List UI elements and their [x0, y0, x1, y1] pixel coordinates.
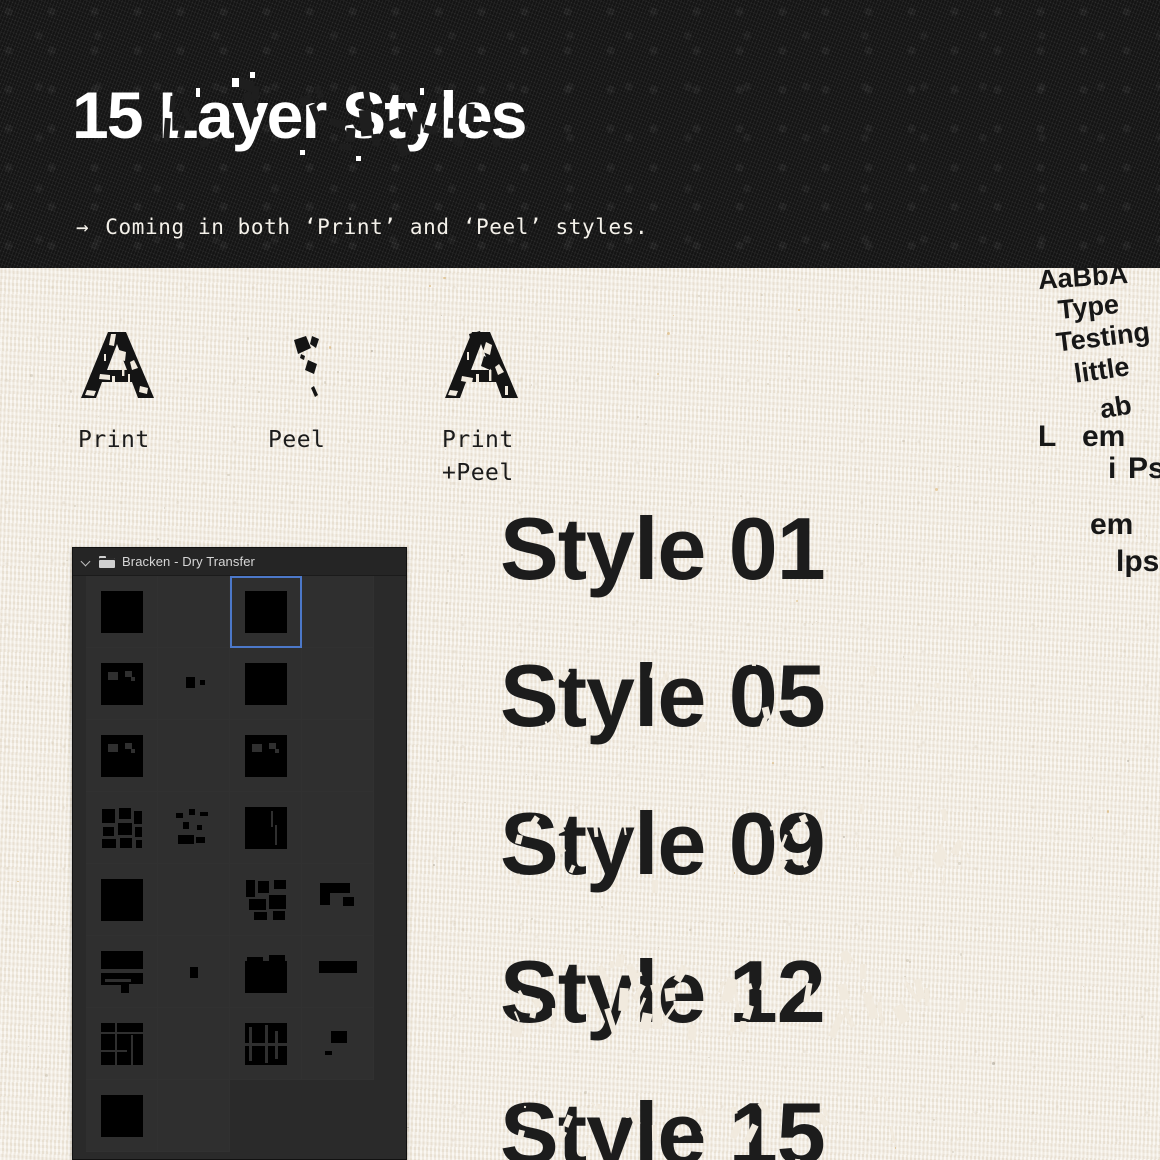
layer-thumbnail-cell[interactable]: [158, 576, 230, 648]
style-specimen: Style 05: [500, 652, 975, 743]
style-specimen-label: Style 09: [500, 794, 826, 893]
layer-thumbnail: [244, 951, 287, 993]
layer-thumbnail-cell[interactable]: [302, 576, 374, 648]
layer-thumbnail-grid[interactable]: [73, 576, 406, 1159]
layer-thumbnail-cell[interactable]: [302, 792, 374, 864]
style-specimen: Style 01: [500, 505, 826, 593]
page-title: 15 Layer Styles: [72, 78, 527, 152]
layer-thumbnail: [101, 807, 143, 849]
header-subtitle-text: Coming in both ‘Print’ and ‘Peel’ styles…: [105, 215, 649, 239]
layer-thumbnail-cell-selected[interactable]: [230, 576, 302, 648]
layer-thumbnail-cell[interactable]: [86, 864, 158, 936]
layer-thumbnail-cell[interactable]: [86, 648, 158, 720]
layer-thumbnail: [244, 734, 287, 777]
edge-specimen-fragment: lps: [1116, 545, 1160, 578]
specimen-label-print: Print: [78, 427, 150, 453]
specimen-label-print-peel: Print +Peel: [442, 427, 514, 486]
layer-thumbnail-cell: [230, 1080, 302, 1152]
edge-specimen-fragment: em: [1090, 508, 1134, 541]
folder-icon: [99, 555, 115, 568]
layer-thumbnail-cell[interactable]: [86, 936, 158, 1008]
layer-thumbnail-cell[interactable]: [158, 792, 230, 864]
edge-specimen-fragment: em: [1082, 420, 1126, 453]
layer-thumbnail-cell[interactable]: [230, 648, 302, 720]
layers-panel-header[interactable]: Bracken - Dry Transfer: [73, 548, 406, 576]
layer-thumbnail: [100, 734, 143, 777]
layer-thumbnail-cell[interactable]: [158, 1008, 230, 1080]
style-specimen-label: Style 12: [500, 942, 826, 1041]
letter-a-print-glyph: [81, 332, 154, 398]
poster-canvas: 15 Layer Styles → Coming in both ‘Print’ …: [0, 0, 1160, 1160]
layer-thumbnail-cell[interactable]: [302, 648, 374, 720]
arrow-right-icon: →: [76, 215, 90, 239]
style-specimen-label: Style 01: [500, 499, 826, 598]
letter-a-print-peel-glyph: [445, 331, 518, 398]
layer-thumbnail-cell[interactable]: [230, 1008, 302, 1080]
layer-thumbnail: [317, 879, 359, 921]
edge-specimen-fragment: L: [1038, 420, 1057, 453]
layer-thumbnail: [173, 807, 215, 849]
layer-thumbnail-cell[interactable]: [302, 864, 374, 936]
layer-thumbnail: [100, 662, 143, 705]
letter-a-peel-glyph: [294, 336, 319, 397]
layer-thumbnail-cell[interactable]: [230, 936, 302, 1008]
layer-thumbnail-cell[interactable]: [302, 936, 374, 1008]
layer-thumbnail: [245, 879, 287, 921]
layer-thumbnail-cell[interactable]: [158, 720, 230, 792]
layer-thumbnail: [100, 1094, 143, 1137]
specimen-label-peel: Peel: [268, 427, 326, 453]
layer-thumbnail: [100, 950, 143, 993]
layer-thumbnail: [244, 1022, 287, 1065]
layer-thumbnail: [100, 1022, 143, 1065]
header-subtitle: → Coming in both ‘Print’ and ‘Peel’ style…: [76, 215, 648, 239]
layer-thumbnail-cell[interactable]: [158, 936, 230, 1008]
layer-thumbnail: [244, 662, 287, 705]
style-specimen: Style 12: [500, 948, 967, 1041]
layer-thumbnail: [244, 590, 287, 633]
layer-thumbnail: [317, 1023, 359, 1065]
layer-thumbnail-cell: [302, 1080, 374, 1152]
layer-thumbnail: [100, 590, 143, 633]
layer-thumbnail-cell[interactable]: [302, 720, 374, 792]
layer-thumbnail-cell[interactable]: [86, 720, 158, 792]
layer-thumbnail-cell[interactable]: [230, 792, 302, 864]
layer-thumbnail: [173, 663, 215, 705]
layer-thumbnail: [317, 951, 359, 993]
layer-thumbnail-cell[interactable]: [86, 576, 158, 648]
style-specimen: Style 15: [500, 1090, 960, 1160]
chevron-down-icon[interactable]: [81, 556, 92, 567]
layer-thumbnail-cell[interactable]: [230, 720, 302, 792]
layer-thumbnail: [244, 806, 287, 849]
layer-thumbnail: [100, 878, 143, 921]
layer-group-name: Bracken - Dry Transfer: [122, 554, 255, 569]
layer-thumbnail-cell[interactable]: [86, 1008, 158, 1080]
edge-specimen-fragment: Ps: [1128, 452, 1160, 485]
style-specimen: Style 09: [500, 800, 970, 893]
layer-thumbnail-cell[interactable]: [158, 864, 230, 936]
layers-panel[interactable]: Bracken - Dry Transfer: [72, 547, 407, 1160]
edge-specimen-fragment: i: [1108, 452, 1117, 485]
layer-thumbnail: [173, 951, 215, 993]
layer-thumbnail-cell[interactable]: [158, 1080, 230, 1152]
style-specimen-label: Style 05: [500, 646, 826, 745]
header-banner: 15 Layer Styles → Coming in both ‘Print’ …: [0, 0, 1160, 268]
layer-thumbnail-cell[interactable]: [302, 1008, 374, 1080]
layer-thumbnail-cell[interactable]: [86, 1080, 158, 1152]
layer-thumbnail-cell[interactable]: [158, 648, 230, 720]
style-specimen-label: Style 15: [500, 1084, 826, 1160]
layer-thumbnail-cell[interactable]: [86, 792, 158, 864]
layer-thumbnail-cell[interactable]: [230, 864, 302, 936]
